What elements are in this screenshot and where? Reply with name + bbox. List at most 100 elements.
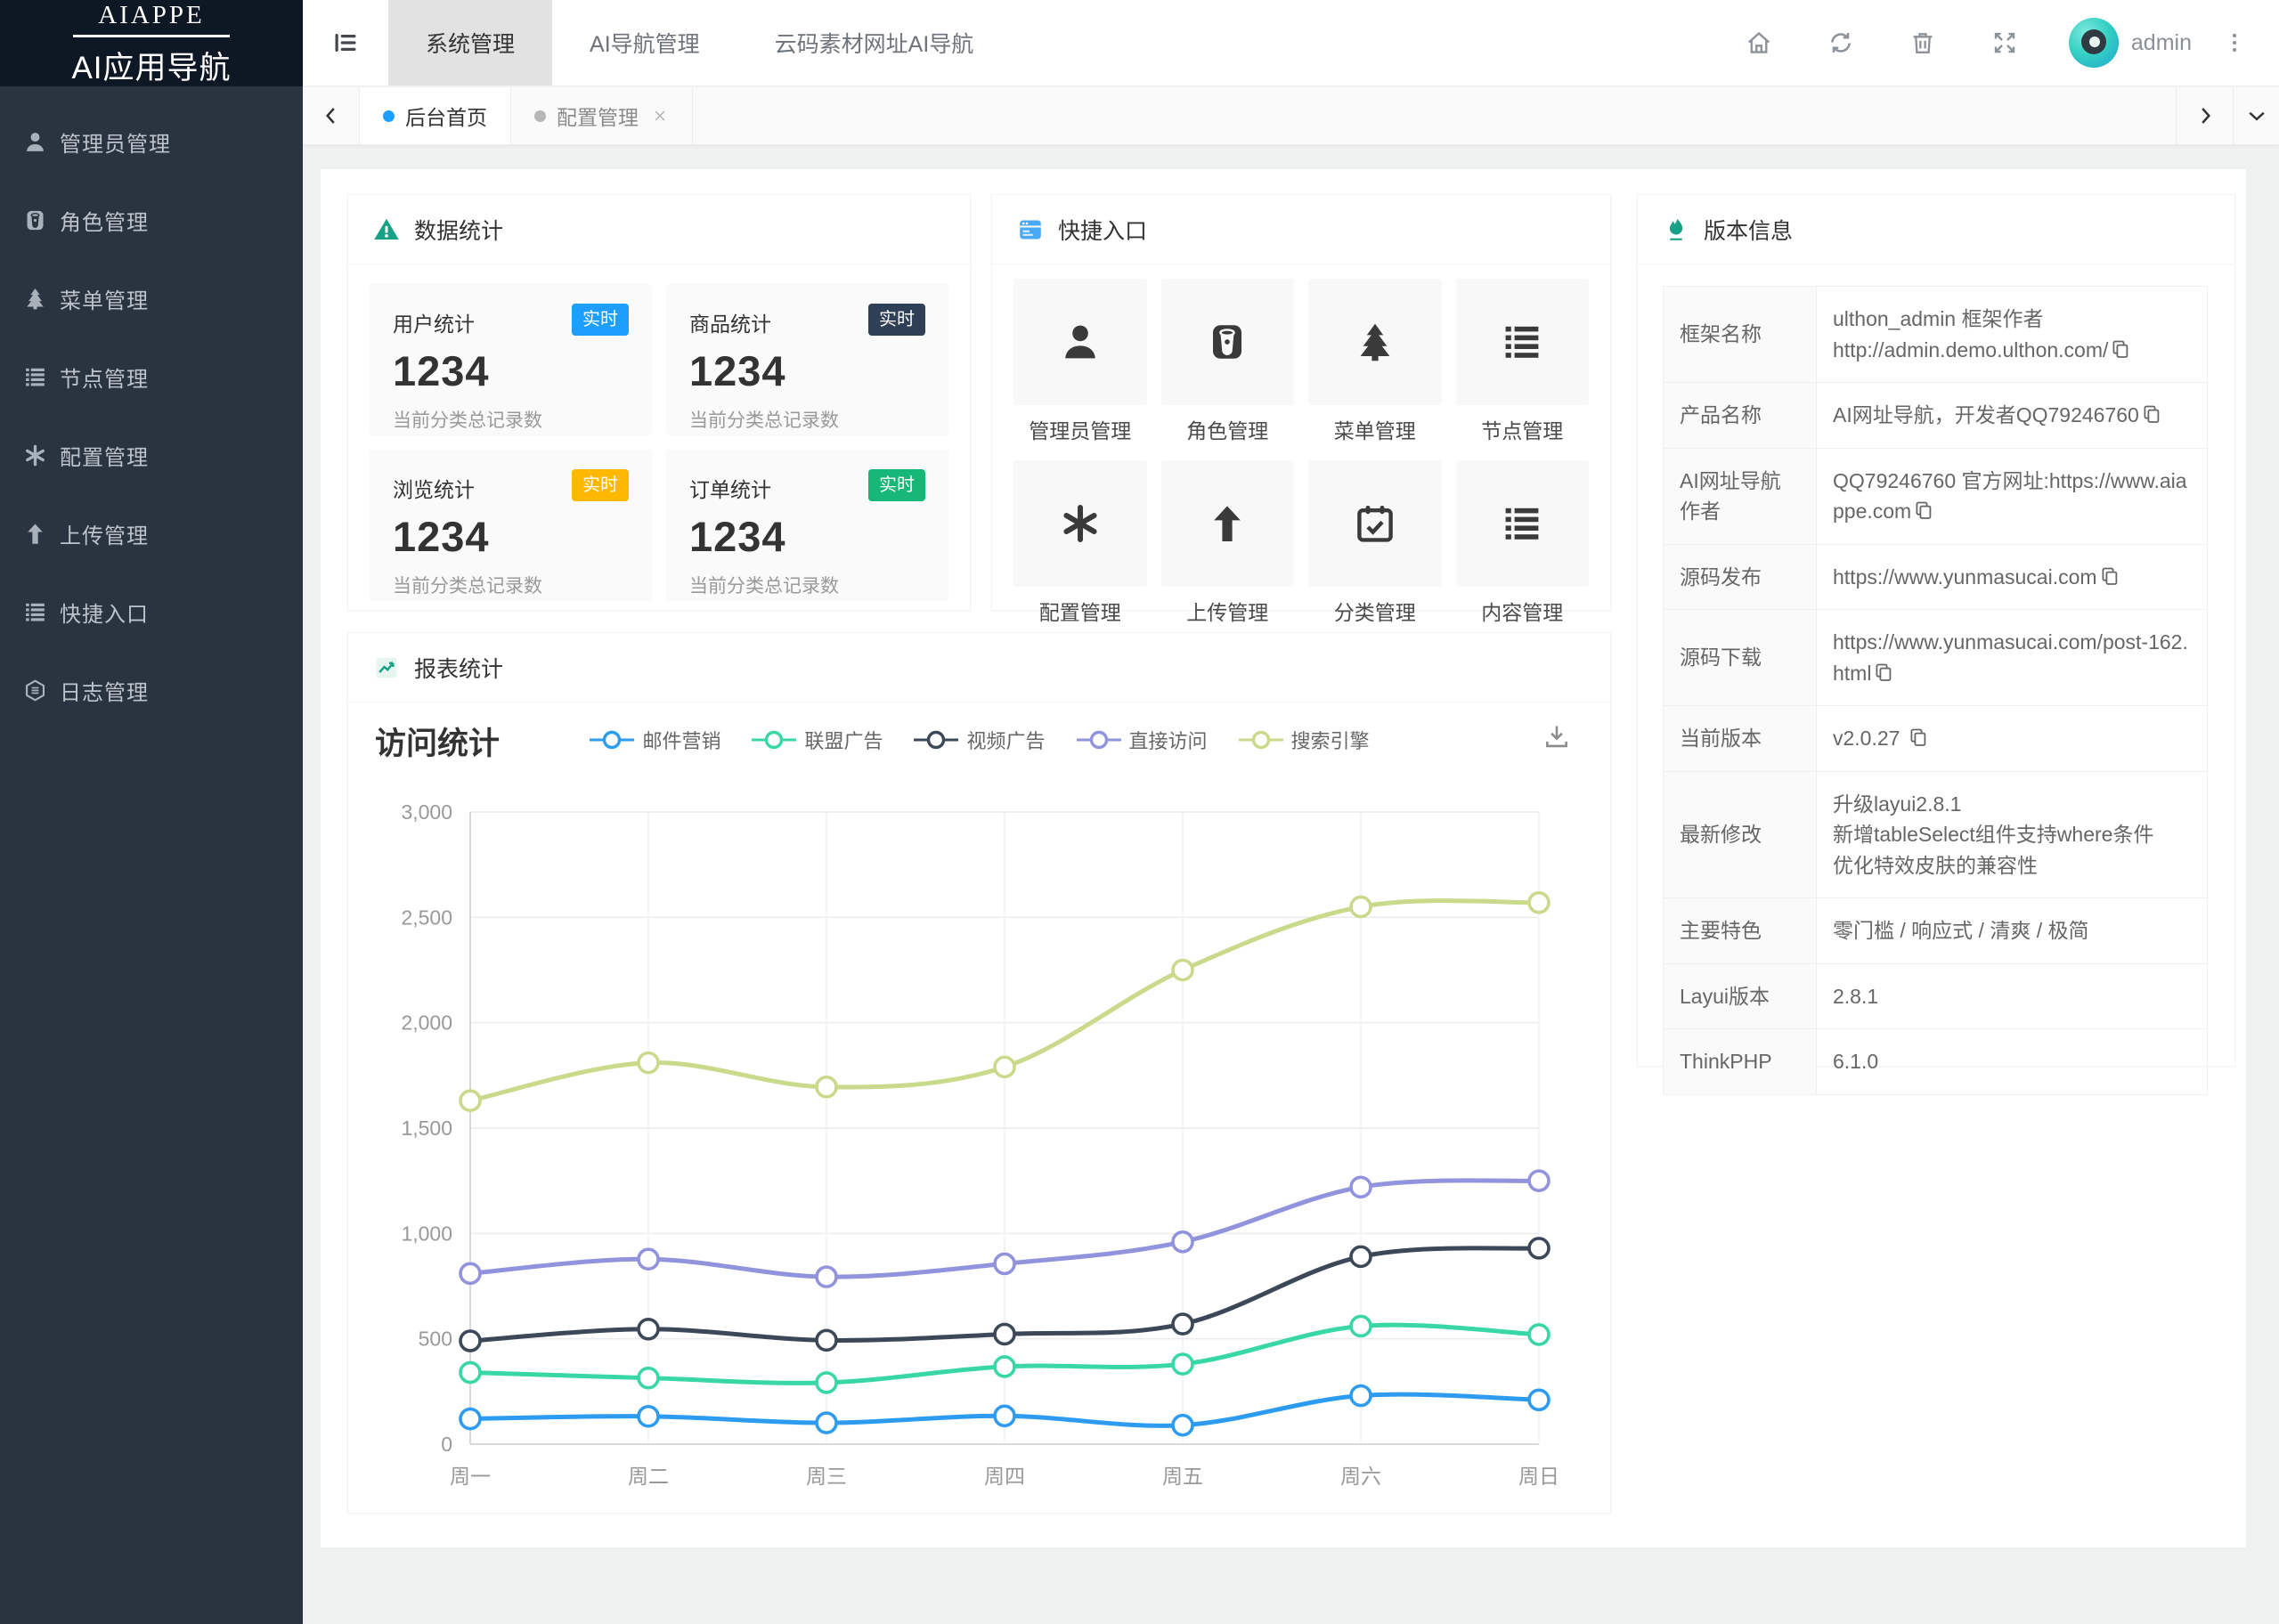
sidebar: AIAPPE AI应用导航 管理员管理角色管理菜单管理节点管理配置管理上传管理快… <box>0 0 303 1624</box>
collapse-sidebar-button[interactable] <box>303 0 388 85</box>
trash-button[interactable] <box>1882 0 1964 86</box>
version-row-label: 当前版本 <box>1664 706 1817 772</box>
warning-triangle-icon <box>373 216 400 243</box>
list-icon <box>23 365 47 389</box>
tab-strip: 后台首页 配置管理 <box>303 87 2279 145</box>
stat-tile-2: 商品统计实时1234当前分类总记录数 <box>666 284 948 435</box>
shortcut-8[interactable]: 内容管理 <box>1456 460 1590 633</box>
sidebar-item-8[interactable]: 日志管理 <box>0 651 303 729</box>
shortcut-7[interactable]: 分类管理 <box>1308 460 1442 633</box>
version-row-5: 源码下载https://www.yunmasucai.com/post-162.… <box>1664 610 2208 706</box>
top-nav-item-3[interactable]: 云码素材网址AI导航 <box>737 0 1012 85</box>
copy-icon[interactable] <box>2141 403 2162 425</box>
sidebar-item-3[interactable]: 菜单管理 <box>0 259 303 337</box>
top-nav: 系统管理AI导航管理云码素材网址AI导航 <box>388 0 1011 85</box>
stat-name: 订单统计 <box>689 469 771 503</box>
svg-text:500: 500 <box>419 1328 452 1351</box>
more-menu-button[interactable] <box>2215 0 2254 86</box>
list-icon <box>1501 321 1543 363</box>
version-row-4: 源码发布https://www.yunmasucai.com <box>1664 544 2208 610</box>
arrow-up-icon <box>23 522 47 546</box>
shortcut-label: 内容管理 <box>1481 596 1563 626</box>
logo-subtitle: AI应用导航 <box>71 43 231 88</box>
card-title: 数据统计 <box>414 214 503 246</box>
version-row-8: 主要特色零门槛 / 响应式 / 清爽 / 极简 <box>1664 898 2208 964</box>
stat-value: 1234 <box>689 512 925 561</box>
shortcut-tile <box>1013 279 1147 405</box>
shortcut-6[interactable]: 上传管理 <box>1161 460 1295 633</box>
home-button[interactable] <box>1718 0 1800 86</box>
sidebar-item-label: 节点管理 <box>60 361 149 393</box>
sidebar-item-6[interactable]: 上传管理 <box>0 494 303 572</box>
avatar[interactable] <box>2069 18 2119 68</box>
report-card: 报表统计 访问统计 邮件营销联盟广告视频广告直接访问搜索引擎 05001,000… <box>347 632 1611 1514</box>
stat-name: 商品统计 <box>689 304 771 337</box>
sidebar-item-5[interactable]: 配置管理 <box>0 416 303 494</box>
sidebar-menu: 管理员管理角色管理菜单管理节点管理配置管理上传管理快捷入口日志管理 <box>0 86 303 729</box>
sidebar-item-label: 配置管理 <box>60 440 149 471</box>
shortcut-tile <box>1013 460 1147 587</box>
svg-text:1,500: 1,500 <box>401 1116 452 1140</box>
svg-text:1,000: 1,000 <box>401 1222 452 1245</box>
version-row-value: QQ79246760 官方网址:https://www.aiappe.com <box>1817 448 2208 544</box>
stat-badge: 实时 <box>868 469 925 501</box>
version-info-card: 版本信息 框架名称ulthon_admin 框架作者 http://admin.… <box>1637 194 2235 1067</box>
stat-desc: 当前分类总记录数 <box>689 572 925 598</box>
home-icon <box>1746 29 1772 56</box>
dots-vertical-icon <box>2223 31 2246 54</box>
top-nav-item-1[interactable]: 系统管理 <box>388 0 552 85</box>
shortcut-1[interactable]: 管理员管理 <box>1013 279 1147 451</box>
version-row-label: 源码发布 <box>1664 544 1817 610</box>
sidebar-item-4[interactable]: 节点管理 <box>0 337 303 416</box>
username[interactable]: admin <box>2131 30 2192 56</box>
stat-badge: 实时 <box>572 304 629 336</box>
sidebar-item-1[interactable]: 管理员管理 <box>0 102 303 181</box>
version-row-label: 主要特色 <box>1664 898 1817 964</box>
shortcut-4[interactable]: 节点管理 <box>1456 279 1590 451</box>
tab-close-icon[interactable] <box>651 107 669 125</box>
refresh-button[interactable] <box>1800 0 1882 86</box>
sidebar-item-7[interactable]: 快捷入口 <box>0 572 303 651</box>
copy-icon[interactable] <box>1908 727 1929 748</box>
sidebar-item-label: 日志管理 <box>60 675 149 706</box>
tab-status-dot <box>534 110 546 122</box>
role-icon <box>23 208 47 232</box>
open-tabs: 后台首页 配置管理 <box>360 87 693 144</box>
page-tab-1[interactable]: 后台首页 <box>360 87 511 144</box>
version-row-value: 6.1.0 <box>1817 1029 2208 1095</box>
sidebar-item-2[interactable]: 角色管理 <box>0 181 303 259</box>
shortcut-tile <box>1456 279 1590 405</box>
sidebar-item-label: 快捷入口 <box>60 597 149 628</box>
copy-icon[interactable] <box>1913 499 1934 521</box>
main-content: 数据统计 用户统计实时1234当前分类总记录数商品统计实时1234当前分类总记录… <box>303 145 2279 1624</box>
version-row-6: 当前版本v2.0.27 <box>1664 706 2208 772</box>
version-row-label: ThinkPHP <box>1664 1029 1817 1095</box>
svg-text:周五: 周五 <box>1162 1465 1203 1488</box>
content-panel: 数据统计 用户统计实时1234当前分类总记录数商品统计实时1234当前分类总记录… <box>321 169 2246 1547</box>
copy-icon[interactable] <box>1873 662 1894 683</box>
copy-icon[interactable] <box>2099 565 2120 587</box>
tab-label: 配置管理 <box>557 101 639 131</box>
user-icon <box>1059 321 1102 363</box>
shortcut-5[interactable]: 配置管理 <box>1013 460 1147 633</box>
expand-button[interactable] <box>1964 0 2046 86</box>
page-tab-2[interactable]: 配置管理 <box>511 87 693 144</box>
header-tools <box>1718 0 2046 86</box>
top-nav-item-2[interactable]: AI导航管理 <box>552 0 737 85</box>
tabs-scroll-left-button[interactable] <box>303 87 360 144</box>
stat-tile-4: 订单统计 实时 1234 当前分类总记录数 <box>666 450 948 601</box>
arrow-up-icon <box>1206 502 1249 545</box>
tabs-scroll-right-button[interactable] <box>2176 87 2233 144</box>
shortcut-tile <box>1161 460 1295 587</box>
svg-text:周日: 周日 <box>1518 1465 1559 1488</box>
svg-text:0: 0 <box>441 1433 452 1456</box>
tree-icon <box>23 287 47 311</box>
shortcut-card-header: 快捷入口 <box>992 195 1610 264</box>
copy-icon[interactable] <box>2110 338 2131 360</box>
svg-text:2,000: 2,000 <box>401 1011 452 1035</box>
version-row-label: Layui版本 <box>1664 963 1817 1029</box>
sidebar-item-label: 菜单管理 <box>60 283 149 314</box>
shortcut-2[interactable]: 角色管理 <box>1161 279 1295 451</box>
shortcut-3[interactable]: 菜单管理 <box>1308 279 1442 451</box>
tabs-dropdown-button[interactable] <box>2233 87 2279 144</box>
